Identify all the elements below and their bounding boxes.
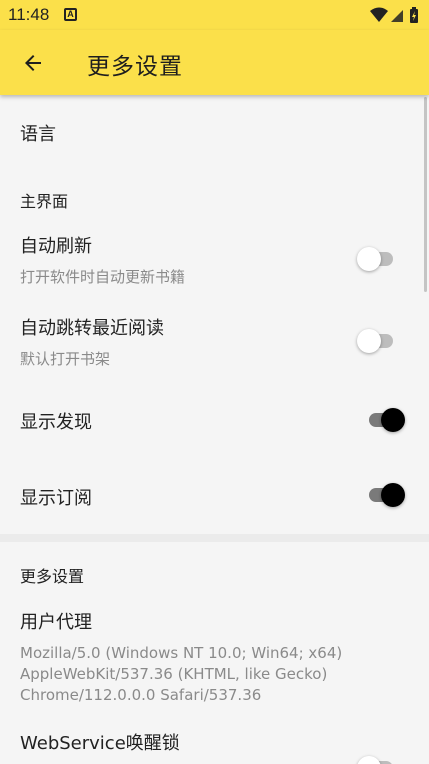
wifi-icon (370, 7, 388, 22)
user-agent-title: 用户代理 (20, 612, 92, 633)
switch-thumb (381, 483, 405, 507)
language-preference[interactable]: 语言 (0, 96, 429, 168)
user-agent-value: Mozilla/5.0 (Windows NT 10.0; Win64; x64… (20, 644, 343, 704)
category-main-ui: 主界面 (20, 192, 69, 211)
switch-thumb (357, 247, 381, 271)
auto-refresh-switch[interactable] (357, 245, 397, 273)
language-title: 语言 (20, 124, 56, 145)
show-subscription-switch[interactable] (365, 481, 405, 509)
switch-thumb (357, 329, 381, 353)
status-bar: 11:48 A (0, 0, 429, 30)
app-bar: 更多设置 (0, 30, 429, 95)
category-more-settings: 更多设置 (20, 567, 85, 586)
show-subscription-preference[interactable]: 显示订阅 (0, 460, 429, 532)
auto-jump-title: 自动跳转最近阅读 (20, 318, 164, 339)
screen: 11:48 A 更多设置 语言 主界面 自动刷新 打开软件时自动更新书籍 自动跳… (0, 0, 429, 764)
arrow-left-icon (25, 55, 41, 71)
status-time: 11:48 (8, 5, 50, 24)
show-discover-title: 显示发现 (20, 412, 92, 433)
webservice-wakelock-preference[interactable]: WebService唤醒锁 (0, 718, 429, 764)
auto-refresh-preference[interactable]: 自动刷新 打开软件时自动更新书籍 (0, 220, 429, 300)
status-icons (369, 6, 421, 24)
auto-refresh-summary: 打开软件时自动更新书籍 (20, 268, 186, 286)
webservice-wakelock-switch[interactable] (357, 754, 397, 764)
page-title: 更多设置 (87, 54, 183, 80)
switch-thumb (381, 408, 405, 432)
battery-icon (410, 7, 418, 23)
signal-icon (391, 10, 403, 22)
auto-jump-preference[interactable]: 自动跳转最近阅读 默认打开书架 (0, 302, 429, 382)
auto-jump-summary: 默认打开书架 (20, 350, 111, 368)
switch-thumb (357, 756, 381, 764)
show-discover-switch[interactable] (365, 406, 405, 434)
section-divider (0, 534, 429, 542)
scrollbar[interactable] (424, 97, 427, 292)
show-discover-preference[interactable]: 显示发现 (0, 384, 429, 456)
a-icon: A (64, 8, 77, 21)
webservice-wakelock-title: WebService唤醒锁 (20, 733, 180, 754)
show-subscription-title: 显示订阅 (20, 488, 92, 509)
auto-refresh-title: 自动刷新 (20, 236, 92, 257)
back-button[interactable] (14, 44, 52, 82)
auto-jump-switch[interactable] (357, 327, 397, 355)
